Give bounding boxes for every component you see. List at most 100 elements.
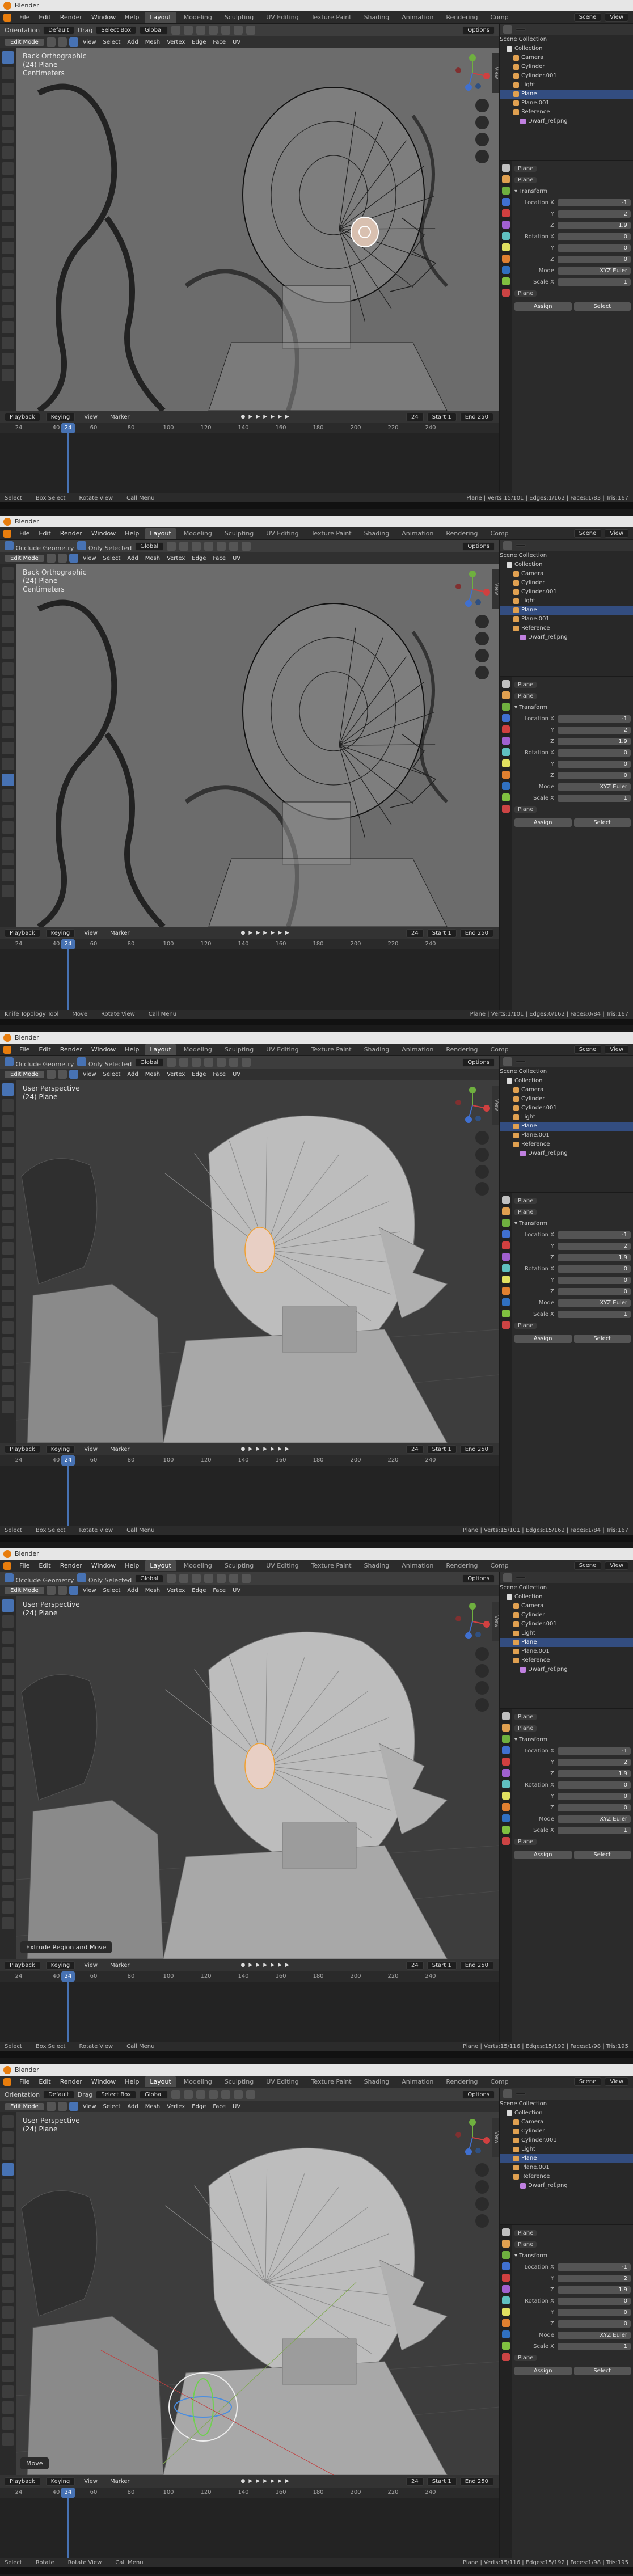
timeline-area[interactable]: 24 40 60 80 100 120 140 160 180 200 220 240 24 xyxy=(0,2488,499,2558)
edge-slide-icon[interactable] xyxy=(2,1353,14,1366)
move-icon[interactable] xyxy=(2,2147,14,2160)
move-icon[interactable] xyxy=(2,1115,14,1127)
spin-icon[interactable] xyxy=(2,289,14,302)
view-layer-field[interactable]: View xyxy=(605,529,628,538)
properties-tab-icon[interactable] xyxy=(502,1769,510,1777)
menu-view[interactable]: View xyxy=(81,39,99,46)
outliner-item[interactable]: Collection xyxy=(500,1076,633,1086)
mesh-name-field[interactable]: Plane xyxy=(514,2241,537,2248)
orientation-dropdown[interactable]: Default xyxy=(43,2090,74,2099)
shear-icon[interactable] xyxy=(2,1385,14,1397)
properties-tab-icon[interactable] xyxy=(502,243,510,251)
rotate-icon[interactable] xyxy=(2,1647,14,1659)
properties-tab-icon[interactable] xyxy=(502,1310,510,1317)
add-cube-icon[interactable] xyxy=(2,1210,14,1223)
navigation-gizmo[interactable] xyxy=(453,569,492,609)
knife-icon[interactable] xyxy=(2,1290,14,1302)
jump-start-icon[interactable]: ▶ xyxy=(248,1446,252,1452)
inset-icon[interactable] xyxy=(2,2274,14,2287)
move-icon[interactable] xyxy=(2,599,14,611)
properties-tab-icon[interactable] xyxy=(502,1826,510,1834)
tab-uv-editing[interactable]: UV Editing xyxy=(261,528,303,539)
grid-icon[interactable] xyxy=(475,666,489,679)
menu-uv[interactable]: UV xyxy=(230,1587,243,1594)
outliner-item[interactable]: Collection xyxy=(500,560,633,569)
edge-select-icon[interactable] xyxy=(57,2102,67,2111)
sidebar-toggle-tab[interactable]: View xyxy=(492,53,499,93)
smooth-icon[interactable] xyxy=(2,1853,14,1866)
scale-icon[interactable] xyxy=(2,1663,14,1675)
snap-icon[interactable] xyxy=(179,1058,189,1067)
rip-icon[interactable] xyxy=(2,885,14,897)
outliner-item[interactable]: Plane xyxy=(500,2154,633,2163)
xray-icon[interactable] xyxy=(221,26,230,35)
properties-tab-icon[interactable] xyxy=(502,771,510,779)
object-name-field[interactable]: Plane xyxy=(514,681,537,688)
outliner-item[interactable]: Reference xyxy=(500,1140,633,1149)
hand-icon[interactable] xyxy=(475,1664,489,1678)
poly-build-icon[interactable] xyxy=(2,789,14,802)
transform-orientation-dropdown[interactable]: Global xyxy=(140,26,168,35)
transform-icon[interactable] xyxy=(2,1163,14,1175)
current-frame-field[interactable]: 24 xyxy=(406,1445,424,1454)
properties-tab-icon[interactable] xyxy=(502,2228,510,2236)
outliner-item[interactable]: Camera xyxy=(500,2118,633,2127)
select-icon[interactable] xyxy=(2,567,14,580)
smooth-icon[interactable] xyxy=(2,305,14,318)
outliner-item[interactable]: Dwarf_ref.png xyxy=(500,1149,633,1158)
tab-animation[interactable]: Animation xyxy=(396,1044,438,1055)
play-reverse-icon[interactable]: ▶ xyxy=(263,414,267,420)
prop-value[interactable]: 1 xyxy=(558,278,631,286)
navigation-gizmo[interactable] xyxy=(453,2118,492,2157)
zoom-icon[interactable] xyxy=(475,1131,489,1145)
scene-field[interactable]: Scene xyxy=(573,1045,602,1054)
tab-animation[interactable]: Animation xyxy=(396,528,438,539)
properties-tab-icon[interactable] xyxy=(502,1230,510,1238)
transform-orientation-dropdown[interactable]: Global xyxy=(135,1574,164,1583)
face-select-icon[interactable] xyxy=(69,554,78,563)
transform-orientation-dropdown[interactable]: Global xyxy=(140,2090,168,2099)
extrude-icon[interactable] xyxy=(2,2258,14,2271)
outliner-item[interactable]: Cylinder xyxy=(500,1095,633,1104)
orientation-dropdown[interactable]: Default xyxy=(43,26,74,35)
knife-icon[interactable] xyxy=(2,257,14,270)
mesh-name-field[interactable]: Plane xyxy=(514,176,537,183)
shading-solid-icon[interactable] xyxy=(233,26,243,35)
grid-icon[interactable] xyxy=(475,150,489,163)
tab-rendering[interactable]: Rendering xyxy=(441,528,483,539)
hand-icon[interactable] xyxy=(475,2180,489,2194)
transform-panel-header[interactable]: ▾ Transform xyxy=(514,702,631,713)
menu-vertex[interactable]: Vertex xyxy=(164,1071,187,1078)
inset-icon[interactable] xyxy=(2,1758,14,1771)
timeline-area[interactable]: 24 40 60 80 100 120 140 160 180 200 220 240 24 xyxy=(0,1971,499,2042)
knife-icon[interactable] xyxy=(2,774,14,786)
loop-cut-icon[interactable] xyxy=(2,758,14,770)
prev-key-icon[interactable]: ▶ xyxy=(256,930,260,936)
vertex-select-icon[interactable] xyxy=(46,37,56,47)
select-icon[interactable] xyxy=(2,1599,14,1612)
view-layer-field[interactable]: View xyxy=(605,1045,628,1054)
tab-modeling[interactable]: Modeling xyxy=(179,1560,217,1571)
options-dropdown[interactable]: Options xyxy=(462,26,495,35)
jump-start-icon[interactable]: ▶ xyxy=(248,2478,252,2484)
outliner-item[interactable]: Cylinder.001 xyxy=(500,71,633,81)
smooth-icon[interactable] xyxy=(2,1337,14,1350)
measure-icon[interactable] xyxy=(2,1711,14,1723)
properties-tab-icon[interactable] xyxy=(502,1207,510,1215)
prop-value[interactable]: 1 xyxy=(558,1826,631,1834)
shading-material-icon[interactable] xyxy=(246,2090,255,2099)
menu-view[interactable]: View xyxy=(81,1587,99,1594)
record-icon[interactable]: ● xyxy=(241,414,246,420)
outliner-item[interactable]: Light xyxy=(500,2145,633,2154)
playhead-frame-badge[interactable]: 24 xyxy=(61,1455,75,1466)
hand-icon[interactable] xyxy=(475,1148,489,1162)
edit-mode-dropdown[interactable]: Edit Mode xyxy=(5,38,44,46)
assign-button[interactable]: Assign xyxy=(514,1335,572,1343)
scene-field[interactable]: Scene xyxy=(573,2077,602,2086)
camera-icon[interactable] xyxy=(475,133,489,146)
shrink-icon[interactable] xyxy=(2,1885,14,1898)
overlay-icon[interactable] xyxy=(208,26,218,35)
tab-rendering[interactable]: Rendering xyxy=(441,1560,483,1571)
prop-value[interactable]: 0 xyxy=(558,1804,631,1811)
navigation-gizmo[interactable] xyxy=(453,1086,492,1125)
